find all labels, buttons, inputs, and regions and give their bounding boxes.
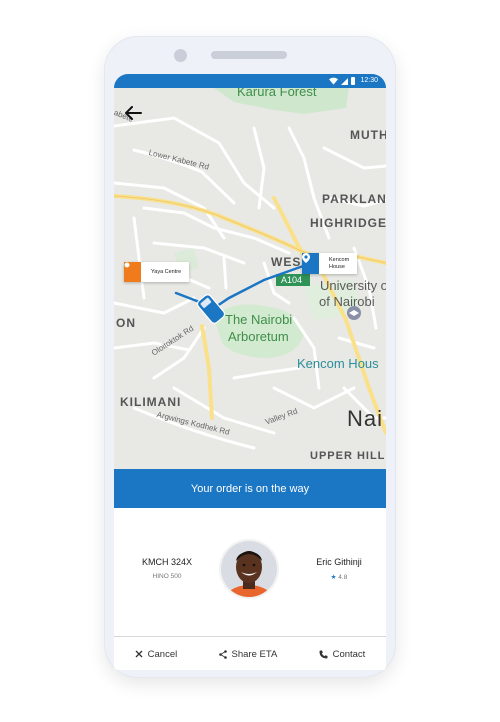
map-label-arboretum-1: The Nairobi (225, 312, 293, 327)
map-label-muth: MUTH (350, 128, 386, 142)
map-label-highridge: HIGHRIDGE (310, 216, 386, 230)
star-icon: ★ (330, 574, 337, 581)
map-label-upper-hill: UPPER HILL (310, 450, 386, 462)
action-bar: Cancel Share ETA Contact (114, 636, 386, 670)
map-label-a104: A104 (281, 275, 303, 285)
origin-pin-label: Yaya Centre (151, 268, 182, 275)
map-label-kencom-house: Kencom Hous (297, 356, 379, 371)
driver-rating-value: 4.8 (338, 574, 348, 581)
order-status-banner: Your order is on the way (114, 469, 386, 508)
share-icon (218, 649, 227, 659)
wifi-icon (329, 77, 339, 85)
driver-photo (221, 541, 277, 597)
destination-pin-icon (302, 253, 319, 274)
map-label-kilimani: KILIMANI (120, 395, 182, 409)
status-icons: 12:30 (329, 76, 378, 86)
vehicle-plate: KMCH 324X (141, 557, 193, 567)
vehicle-info: KMCH 324X HINO 500 (132, 557, 202, 580)
status-time: 12:30 (360, 77, 378, 84)
driver-name: Eric Githinji (316, 557, 362, 567)
map-label-karura-forest: Karura Forest (237, 88, 317, 99)
driver-info: Eric Githinji ★ 4.8 (302, 557, 376, 581)
earpiece-speaker (211, 51, 287, 59)
driver-rating: ★ 4.8 (302, 573, 376, 581)
close-icon (135, 650, 143, 658)
destination-pin-label-line2: House (329, 263, 345, 270)
order-status-text: Your order is on the way (190, 482, 310, 495)
phone-frame: 12:30 Karura Forest MUTH PARKLAN HIGHRID… (104, 36, 396, 678)
map-label-university-2: of Nairobi (319, 294, 375, 309)
vehicle-model: HINO 500 (152, 573, 182, 580)
destination-pin-label-line1: Kencom (329, 256, 350, 263)
cancel-button[interactable]: Cancel (129, 645, 184, 664)
destination-pin-card[interactable]: Kencom House (302, 253, 358, 274)
status-bar: 12:30 (114, 74, 386, 88)
app-screen: 12:30 Karura Forest MUTH PARKLAN HIGHRID… (114, 74, 386, 670)
map-view[interactable]: Karura Forest MUTH PARKLAN HIGHRIDGE WES… (114, 88, 386, 469)
map-label-on: ON (116, 316, 136, 330)
map-label-nai: Nai (347, 406, 384, 431)
origin-pin-card[interactable]: Yaya Centre (124, 262, 190, 282)
share-eta-label: Share ETA (231, 648, 278, 660)
front-camera (174, 49, 187, 62)
order-info-panel: KMCH 324X HINO 500 Eric Githinji ★ 4.8 (114, 508, 386, 636)
driver-avatar[interactable] (219, 539, 279, 599)
share-eta-button[interactable]: Share ETA (213, 645, 284, 664)
battery-icon (351, 77, 356, 85)
destination-pin-label: Kencom House (319, 257, 357, 271)
map-label-parklan: PARKLAN (322, 192, 386, 206)
back-button[interactable] (124, 106, 148, 130)
contact-button[interactable]: Contact (313, 645, 372, 664)
back-arrow-icon (125, 106, 142, 120)
cancel-label: Cancel (147, 648, 178, 660)
phone-icon (319, 650, 328, 658)
signal-icon (341, 77, 349, 85)
origin-pin-icon (124, 262, 141, 282)
map-label-arboretum-2: Arboretum (228, 329, 289, 344)
map-label-university-1: University of (320, 278, 386, 293)
contact-label: Contact (332, 648, 366, 660)
map-label-wes: WES (271, 255, 302, 269)
